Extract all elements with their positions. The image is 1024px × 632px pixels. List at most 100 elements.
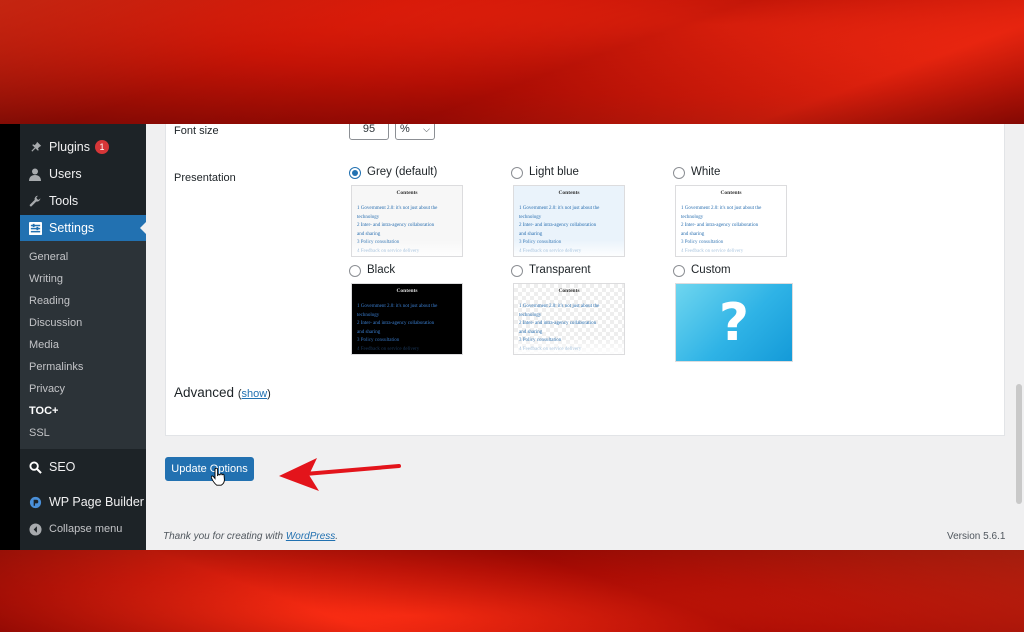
thumb-line: technology: [519, 214, 542, 220]
footer-version: Version 5.6.1: [947, 531, 1006, 542]
collapse-arrow-icon: [28, 522, 42, 536]
sidebar-item-settings[interactable]: Settings: [20, 215, 146, 241]
plugins-update-badge: 1: [95, 140, 109, 154]
submenu-item-privacy[interactable]: Privacy: [29, 383, 65, 395]
submenu-item-general[interactable]: General: [29, 251, 68, 263]
thumb-line: 2 Inter- and intra-agency collaboration: [519, 223, 597, 228]
thumb-line: 2 Inter- and intra-agency collaboration: [681, 223, 759, 228]
advanced-show-link[interactable]: show: [241, 388, 267, 400]
option-label: White: [691, 166, 721, 178]
font-size-unit-select[interactable]: % ⌵: [395, 124, 435, 140]
thumb-line: 2 Inter- and intra-agency collaboration: [357, 223, 435, 228]
preview-thumbnail-lightblue[interactable]: Contents 1 Government 2.0: it's not just…: [513, 185, 625, 257]
toc-settings-card: Font size 95 % ⌵ Presentation Grey (defa…: [165, 124, 1005, 436]
thumb-title: Contents: [396, 190, 418, 196]
radio-transparent[interactable]: [511, 265, 523, 277]
sidebar-item-users[interactable]: Users: [20, 161, 146, 187]
sidebar-item-plugins[interactable]: Plugins 1: [20, 134, 146, 160]
sidebar-item-label: Collapse menu: [49, 523, 123, 535]
font-size-label: Font size: [174, 125, 219, 137]
thumb-line: technology: [357, 312, 380, 318]
plugin-icon: [28, 140, 42, 154]
search-icon: [28, 460, 42, 474]
font-size-unit-value: %: [400, 124, 410, 135]
sidebar-item-label: Users: [49, 167, 82, 181]
thumb-line: and sharing: [357, 231, 381, 237]
update-options-button[interactable]: Update Options: [165, 457, 254, 481]
paren-close: ): [267, 388, 271, 400]
question-mark-icon: ?: [718, 292, 750, 353]
advanced-section: Advanced (show): [174, 385, 271, 400]
radio-lightblue[interactable]: [511, 167, 523, 179]
thumb-fade: [352, 338, 462, 354]
radio-black[interactable]: [349, 265, 361, 277]
option-label: Grey (default): [367, 166, 438, 178]
sidebar-item-label: WP Page Builder: [49, 495, 144, 509]
preview-thumbnail-transparent[interactable]: Contents 1 Government 2.0: it's not just…: [513, 283, 625, 355]
preview-thumbnail-grey[interactable]: Contents 1 Government 2.0: it's not just…: [351, 185, 463, 257]
preview-thumbnail-custom[interactable]: ?: [675, 283, 793, 362]
thumb-line: technology: [357, 214, 380, 220]
wp-admin-screen: Plugins 1 Users Tools Settings General W…: [0, 124, 1024, 550]
thumb-fade: [514, 338, 624, 354]
advanced-label: Advanced: [174, 385, 235, 400]
footer-thanks-text: Thank you for creating with: [163, 531, 284, 542]
option-label: Transparent: [529, 264, 591, 276]
thumb-line: and sharing: [357, 329, 381, 335]
collapse-menu-button[interactable]: Collapse menu: [20, 516, 146, 542]
annotation-arrow-icon: [279, 458, 401, 491]
radio-grey[interactable]: [349, 167, 361, 179]
red-background-top: [0, 0, 1024, 124]
thumb-line: and sharing: [519, 231, 543, 237]
thumb-line: technology: [681, 214, 704, 220]
submenu-item-reading[interactable]: Reading: [29, 295, 70, 307]
thumb-line: 2 Inter- and intra-agency collaboration: [519, 321, 597, 326]
submenu-item-discussion[interactable]: Discussion: [29, 317, 82, 329]
thumb-title: Contents: [558, 190, 580, 196]
thumb-title: Contents: [396, 288, 418, 294]
page-scrollbar[interactable]: [1016, 384, 1022, 504]
option-label: Black: [367, 264, 396, 276]
sidebar-item-wp-page-builder[interactable]: WP Page Builder: [20, 489, 146, 515]
submenu-item-toc-plus[interactable]: TOC+: [29, 405, 58, 417]
submenu-item-ssl[interactable]: SSL: [29, 427, 50, 439]
settings-submenu: General Writing Reading Discussion Media…: [20, 241, 146, 449]
wordpress-link[interactable]: WordPress: [286, 531, 335, 542]
submenu-item-media[interactable]: Media: [29, 339, 59, 351]
preview-thumbnail-black[interactable]: Contents 1 Government 2.0: it's not just…: [351, 283, 463, 355]
radio-white[interactable]: [673, 167, 685, 179]
thumb-fade: [514, 240, 624, 256]
preview-thumbnail-white[interactable]: Contents 1 Government 2.0: it's not just…: [675, 185, 787, 257]
chevron-down-icon: ⌵: [423, 124, 430, 134]
sidebar-item-tools[interactable]: Tools: [20, 188, 146, 214]
submenu-item-permalinks[interactable]: Permalinks: [29, 361, 83, 373]
hand-cursor-icon: [211, 468, 225, 486]
thumb-line: 1 Government 2.0: it's not just about th…: [519, 206, 600, 211]
user-icon: [28, 167, 42, 181]
thumb-line: 1 Government 2.0: it's not just about th…: [357, 304, 438, 309]
option-label: Custom: [691, 264, 731, 276]
thumb-line: and sharing: [681, 231, 705, 237]
screen-edge: [0, 124, 20, 550]
sidebar-item-label: Settings: [49, 221, 95, 235]
thumb-title: Contents: [558, 288, 580, 294]
admin-sidebar: Plugins 1 Users Tools Settings General W…: [20, 124, 146, 550]
wrench-icon: [28, 194, 42, 208]
thumb-line: 2 Inter- and intra-agency collaboration: [357, 321, 435, 326]
thumb-fade: [676, 240, 786, 256]
thumb-line: and sharing: [519, 329, 543, 335]
thumb-line: 1 Government 2.0: it's not just about th…: [681, 206, 762, 211]
thumb-fade: [352, 240, 462, 256]
thumb-line: technology: [519, 312, 542, 318]
page-builder-icon: [28, 495, 42, 509]
sidebar-item-label: SEO: [49, 460, 76, 474]
settings-icon: [28, 221, 42, 235]
red-background-bottom: [0, 550, 1024, 632]
thumb-line: 1 Government 2.0: it's not just about th…: [357, 206, 438, 211]
font-size-input[interactable]: 95: [349, 124, 389, 140]
sidebar-item-seo[interactable]: SEO: [20, 454, 146, 480]
submenu-item-writing[interactable]: Writing: [29, 273, 63, 285]
radio-custom[interactable]: [673, 265, 685, 277]
thumb-line: 1 Government 2.0: it's not just about th…: [519, 304, 600, 309]
presentation-label: Presentation: [174, 172, 236, 184]
